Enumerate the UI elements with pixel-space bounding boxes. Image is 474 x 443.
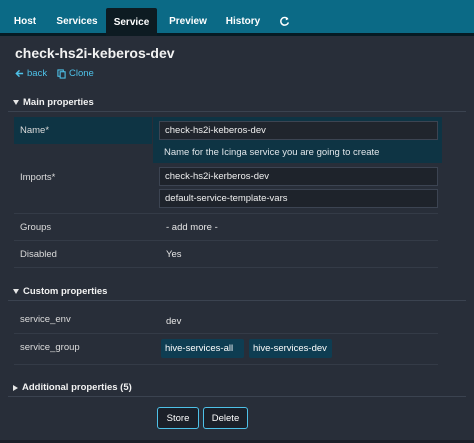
- row-divider: [14, 240, 438, 241]
- section-divider: [8, 396, 466, 397]
- imports-input-1[interactable]: check-hs2i-kerberos-dev: [159, 167, 438, 186]
- arrow-left-icon: [15, 69, 24, 78]
- back-link[interactable]: back: [15, 68, 47, 79]
- section-divider: [8, 111, 466, 112]
- tab-bar: Host Services Service Preview History: [0, 0, 474, 36]
- refresh-icon: [279, 16, 289, 26]
- section-additional-properties[interactable]: Additional properties (5): [13, 382, 132, 393]
- service-env-label: service_env: [20, 314, 71, 325]
- row-divider: [14, 267, 438, 268]
- service-env-value[interactable]: dev: [166, 316, 181, 327]
- section-custom-properties[interactable]: Custom properties: [13, 286, 107, 297]
- disabled-value[interactable]: Yes: [166, 249, 182, 260]
- clone-label: Clone: [69, 68, 94, 79]
- clone-link[interactable]: Clone: [57, 68, 94, 79]
- caret-down-icon: [13, 100, 19, 105]
- service-group-chip[interactable]: hive-services-all: [161, 339, 244, 358]
- tab-service[interactable]: Service: [106, 8, 157, 36]
- service-group-chip[interactable]: hive-services-dev: [249, 339, 332, 358]
- groups-label: Groups: [20, 222, 52, 233]
- delete-button[interactable]: Delete: [203, 407, 248, 429]
- name-hint: Name for the Icinga service you are goin…: [164, 147, 380, 158]
- page-title: check-hs2i-keberos-dev: [15, 45, 175, 61]
- caret-down-icon: [13, 289, 19, 294]
- row-divider: [14, 213, 438, 214]
- section-main-properties[interactable]: Main properties: [13, 97, 94, 108]
- section-additional-label: Additional properties (5): [22, 382, 132, 393]
- service-group-label: service_group: [20, 342, 80, 353]
- groups-add-more[interactable]: - add more -: [166, 222, 218, 233]
- name-label: Name*: [20, 125, 50, 136]
- name-input[interactable]: check-hs2i-keberos-dev: [159, 121, 438, 140]
- section-main-label: Main properties: [23, 97, 94, 108]
- disabled-label: Disabled: [20, 249, 57, 260]
- store-button[interactable]: Store: [157, 407, 199, 429]
- tab-host[interactable]: Host: [8, 8, 42, 35]
- section-divider: [8, 300, 466, 301]
- section-custom-label: Custom properties: [23, 286, 108, 297]
- tab-services[interactable]: Services: [50, 8, 104, 35]
- row-divider: [14, 333, 438, 334]
- caret-right-icon: [13, 384, 18, 391]
- back-label: back: [27, 68, 48, 79]
- tab-preview[interactable]: Preview: [163, 8, 213, 35]
- tab-refresh[interactable]: [274, 8, 294, 35]
- imports-input-2[interactable]: default-service-template-vars: [159, 189, 438, 208]
- tab-history[interactable]: History: [221, 8, 265, 35]
- imports-label: Imports*: [20, 172, 56, 183]
- row-divider: [14, 364, 438, 365]
- copy-icon: [57, 68, 66, 79]
